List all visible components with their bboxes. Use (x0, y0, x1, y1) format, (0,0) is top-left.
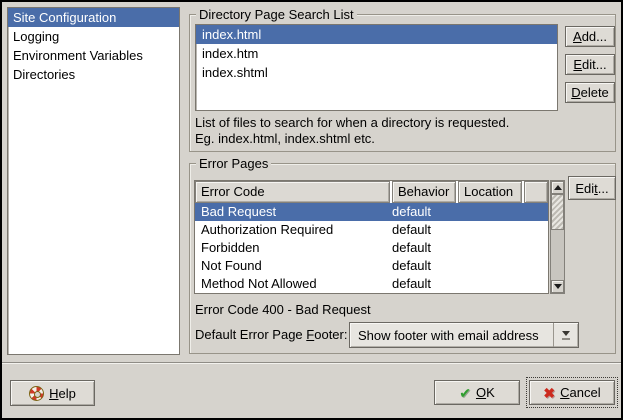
column-header-filler (524, 181, 548, 203)
table-row[interactable]: Not Found default (195, 257, 548, 275)
divider (2, 362, 621, 364)
sidebar-item-site-configuration[interactable]: Site Configuration (8, 8, 179, 27)
table-scrollbar[interactable] (550, 180, 565, 294)
list-item-index-html[interactable]: index.html (196, 25, 557, 44)
lifebuoy-icon (29, 386, 44, 401)
list-item-index-shtml[interactable]: index.shtml (196, 63, 557, 82)
column-header-location[interactable]: Location (458, 181, 522, 203)
list-item-index-htm[interactable]: index.htm (196, 44, 557, 63)
edit-button[interactable]: Edit... (565, 54, 615, 75)
column-header-behavior[interactable]: Behavior (392, 181, 456, 203)
error-pages-group: Error Pages Error Code Behavior Location… (189, 163, 616, 354)
check-icon: ✔ (459, 386, 471, 400)
scrollbar-thumb[interactable] (551, 194, 564, 230)
scrollbar-up-icon[interactable] (551, 181, 564, 194)
footer-dropdown[interactable]: Show footer with email address (349, 322, 579, 348)
chevron-down-icon (553, 323, 578, 347)
sidebar-item-logging[interactable]: Logging (8, 27, 179, 46)
sidebar-item-environment-variables[interactable]: Environment Variables (8, 46, 179, 65)
cancel-button[interactable]: ✖ Cancel (529, 380, 615, 405)
edit-error-page-button[interactable]: Edit... (568, 176, 616, 200)
add-button[interactable]: Add... (565, 26, 615, 47)
category-list: Site Configuration Logging Environment V… (7, 7, 180, 355)
x-icon: ✖ (543, 386, 555, 400)
table-row[interactable]: Method Not Allowed default (195, 275, 548, 293)
footer-dropdown-value: Show footer with email address (350, 328, 553, 343)
column-header-error-code[interactable]: Error Code (195, 181, 390, 203)
ok-button[interactable]: ✔ OK (434, 380, 520, 405)
site-configuration-dialog: Site Configuration Logging Environment V… (0, 0, 623, 420)
directory-list-description: List of files to search for when a direc… (195, 115, 509, 147)
selected-error-status: Error Code 400 - Bad Request (195, 302, 371, 317)
sidebar-item-directories[interactable]: Directories (8, 65, 179, 84)
group-title: Directory Page Search List (196, 7, 357, 22)
directory-file-list: index.html index.htm index.shtml (195, 24, 558, 111)
table-row[interactable]: Bad Request default (195, 203, 548, 221)
directory-page-search-list-group: Directory Page Search List index.html in… (189, 14, 616, 152)
group-title: Error Pages (196, 156, 271, 171)
table-row[interactable]: Authorization Required default (195, 221, 548, 239)
delete-button[interactable]: Delete (565, 82, 615, 103)
error-pages-table: Error Code Behavior Location Bad Request… (194, 180, 549, 294)
table-header: Error Code Behavior Location (195, 181, 548, 203)
help-button[interactable]: Help (10, 380, 95, 406)
footer-dropdown-label: Default Error Page Footer: (195, 327, 347, 342)
scrollbar-down-icon[interactable] (551, 280, 564, 293)
table-row[interactable]: Forbidden default (195, 239, 548, 257)
